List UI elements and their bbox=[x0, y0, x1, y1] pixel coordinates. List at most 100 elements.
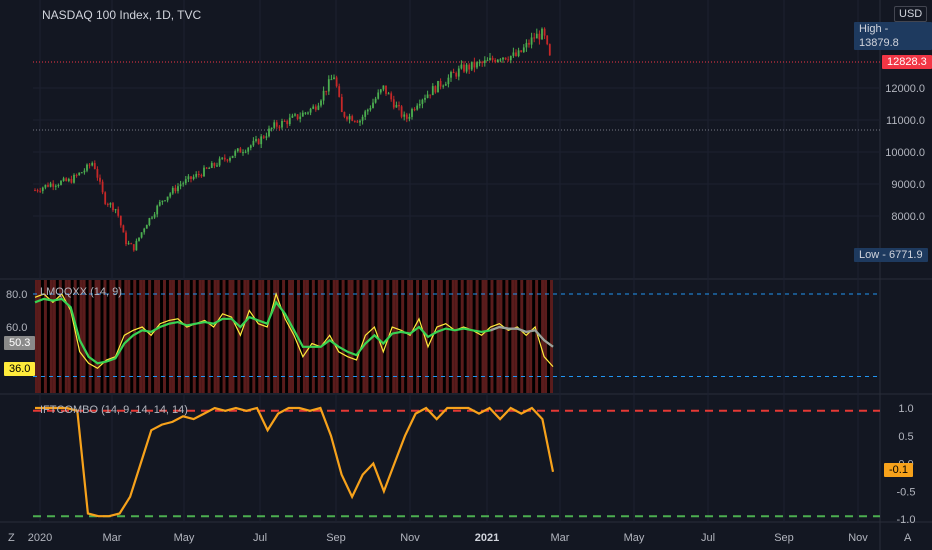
candle-body bbox=[257, 139, 260, 145]
ift-tick-label: 0.5 bbox=[898, 431, 913, 443]
candle-body bbox=[369, 108, 372, 110]
candle-body bbox=[161, 200, 164, 202]
laguerre-indicator-title[interactable]: LMQQXX (14, 9) bbox=[40, 286, 122, 298]
candle-body bbox=[473, 61, 476, 68]
candle-body bbox=[429, 94, 432, 96]
candle-body bbox=[138, 237, 140, 241]
candle-body bbox=[286, 121, 289, 125]
candle-body bbox=[546, 35, 549, 45]
candle-body bbox=[270, 127, 273, 129]
candle-body bbox=[478, 62, 481, 64]
candle-body bbox=[299, 116, 302, 119]
candle-body bbox=[366, 109, 369, 112]
candle-body bbox=[372, 102, 374, 109]
candle-body bbox=[509, 55, 512, 61]
candle-body bbox=[452, 72, 455, 74]
candle-body bbox=[517, 50, 520, 56]
ift-indicator-title[interactable]: IFTCOMBO (14, 9, 14, 14, 14) bbox=[40, 404, 188, 416]
candle-body bbox=[119, 215, 122, 226]
candle-body bbox=[275, 122, 278, 127]
candle-body bbox=[177, 186, 179, 192]
candle-body bbox=[153, 214, 156, 218]
laguerre-band bbox=[469, 280, 473, 393]
candle-body bbox=[353, 120, 356, 122]
laguerre-band bbox=[445, 280, 449, 393]
time-tick-label: Sep bbox=[326, 532, 346, 544]
candle-body bbox=[122, 225, 125, 233]
ift-tick-label: -0.5 bbox=[897, 486, 916, 498]
candle-body bbox=[125, 232, 127, 245]
candle-body bbox=[351, 116, 354, 121]
candle-body bbox=[470, 61, 473, 70]
candle-body bbox=[322, 90, 325, 101]
price-pane[interactable] bbox=[33, 27, 880, 252]
candle-body bbox=[36, 190, 39, 192]
candle-body bbox=[418, 103, 421, 106]
laguerre-band bbox=[460, 280, 464, 393]
candle-body bbox=[408, 116, 411, 119]
candle-body bbox=[528, 42, 530, 45]
candle-body bbox=[374, 98, 377, 103]
auto-scale-button[interactable]: A bbox=[904, 532, 911, 544]
candle-body bbox=[439, 80, 442, 87]
candle-body bbox=[525, 42, 528, 48]
candle-body bbox=[112, 203, 114, 211]
candle-body bbox=[244, 151, 247, 153]
time-tick-label: May bbox=[624, 532, 645, 544]
high-price-label: High - 13879.8 bbox=[854, 22, 932, 50]
candle-body bbox=[226, 159, 229, 161]
ift-value-label: -0.1 bbox=[884, 463, 913, 477]
ift-pane[interactable] bbox=[33, 406, 880, 518]
candle-body bbox=[249, 145, 252, 148]
candle-body bbox=[179, 184, 182, 187]
candle-body bbox=[338, 86, 341, 97]
candle-body bbox=[145, 225, 148, 229]
candle-body bbox=[169, 193, 172, 197]
laguerre-band bbox=[341, 280, 345, 393]
candle-body bbox=[385, 85, 387, 94]
candle-body bbox=[491, 57, 494, 60]
candle-body bbox=[192, 176, 195, 179]
candle-body bbox=[434, 86, 437, 93]
candle-body bbox=[296, 114, 299, 119]
candle-body bbox=[301, 112, 304, 117]
candle-body bbox=[447, 77, 450, 85]
candle-body bbox=[268, 128, 270, 137]
ift-tick-label: 1.0 bbox=[898, 403, 913, 415]
price-tick-label: 12000.0 bbox=[885, 83, 925, 95]
zoom-button[interactable]: Z bbox=[8, 532, 15, 544]
candle-body bbox=[325, 90, 328, 92]
currency-button[interactable]: USD bbox=[894, 6, 928, 22]
candle-body bbox=[400, 106, 403, 117]
candle-body bbox=[67, 178, 70, 182]
candle-body bbox=[127, 243, 130, 245]
candle-body bbox=[140, 232, 143, 238]
laguerre-band bbox=[317, 280, 321, 393]
laguerre-band bbox=[213, 280, 217, 393]
candle-body bbox=[197, 173, 200, 175]
candle-body bbox=[489, 57, 491, 61]
candle-body bbox=[359, 120, 361, 123]
candle-body bbox=[57, 184, 60, 186]
candle-body bbox=[96, 169, 99, 178]
time-tick-label: 2021 bbox=[475, 532, 499, 544]
candle-body bbox=[335, 77, 338, 87]
candle-body bbox=[283, 120, 286, 122]
candle-body bbox=[483, 60, 486, 63]
candle-body bbox=[60, 181, 62, 185]
laguerre-band bbox=[365, 280, 369, 393]
candle-body bbox=[460, 64, 463, 69]
laguerre-band bbox=[436, 280, 440, 393]
candle-body bbox=[218, 158, 221, 166]
candle-body bbox=[278, 126, 281, 128]
candle-body bbox=[530, 37, 533, 45]
price-tick-label: 11000.0 bbox=[886, 115, 925, 127]
candle-body bbox=[203, 167, 205, 177]
candle-body bbox=[47, 184, 49, 187]
laguerre-pane[interactable] bbox=[33, 280, 880, 393]
candle-body bbox=[361, 116, 364, 121]
time-tick-label: Nov bbox=[400, 532, 420, 544]
low-price-label: Low - 6771.9 bbox=[854, 248, 928, 262]
candle-body bbox=[252, 140, 255, 146]
candle-body bbox=[83, 170, 86, 173]
